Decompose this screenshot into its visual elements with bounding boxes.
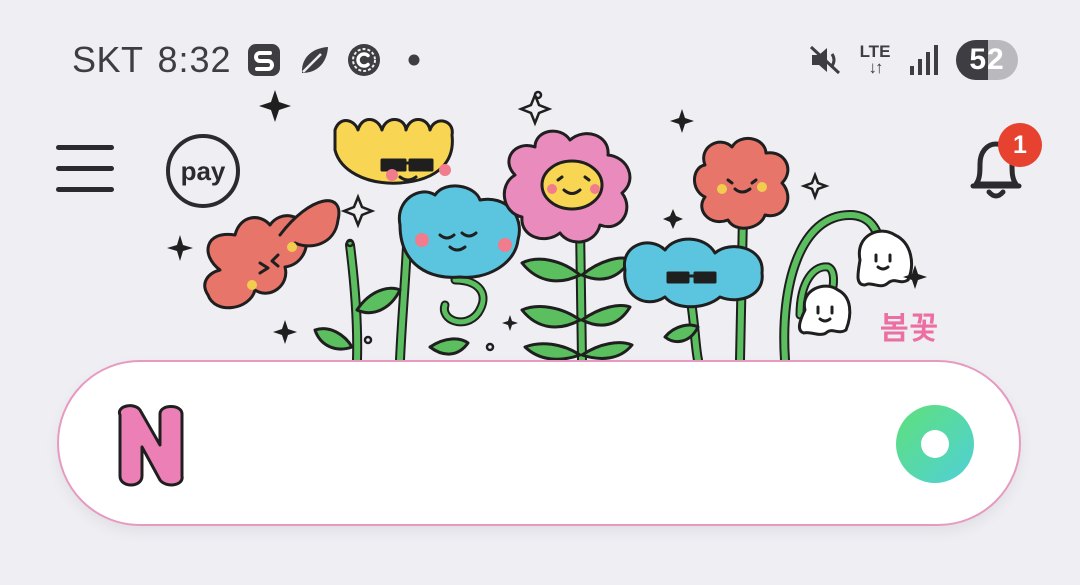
battery-icon: 52 bbox=[956, 40, 1018, 80]
carrier-name: SKT bbox=[72, 39, 144, 80]
network-arrows: ↓↑ bbox=[868, 58, 884, 77]
spring-flowers-doodle[interactable] bbox=[160, 85, 940, 360]
c-app-icon bbox=[346, 42, 382, 78]
menu-button[interactable] bbox=[56, 145, 114, 195]
doodle-caption: 봄꽃 bbox=[880, 311, 940, 346]
status-time: 8:32 bbox=[157, 39, 232, 80]
menu-icon-bar bbox=[56, 187, 114, 192]
leaf-app-icon bbox=[296, 42, 332, 78]
menu-icon-bar bbox=[56, 166, 114, 171]
search-input[interactable] bbox=[220, 398, 874, 490]
status-bar-left: SKT 8:32 bbox=[72, 38, 432, 82]
lte-icon: LTE ↓↑ bbox=[858, 43, 892, 77]
mute-icon bbox=[808, 42, 844, 78]
battery-level: 52 bbox=[969, 43, 1005, 76]
notification-badge: 1 bbox=[998, 123, 1042, 167]
green-dot-lens-icon[interactable] bbox=[894, 403, 976, 485]
notification-dot-icon bbox=[396, 42, 432, 78]
s-app-icon bbox=[246, 42, 282, 78]
signal-icon bbox=[906, 42, 942, 78]
status-bar-right: LTE ↓↑ 52 bbox=[808, 38, 1018, 82]
naver-n-logo-icon[interactable]: N bbox=[110, 400, 194, 490]
menu-icon-bar bbox=[56, 145, 114, 150]
